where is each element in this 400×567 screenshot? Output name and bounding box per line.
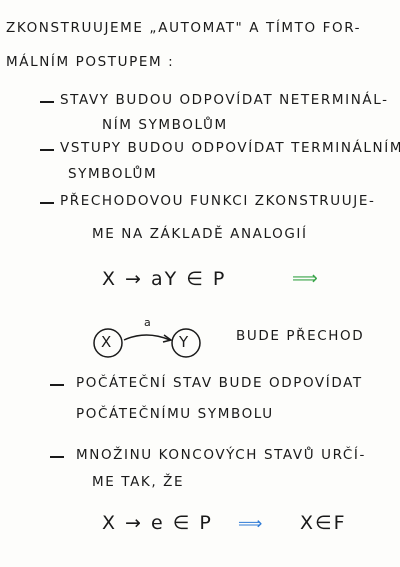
- bullet-4-line-1: POČÁTEČNÍ STAV BUDE ODPOVÍDAT: [76, 375, 363, 391]
- edge-label: a: [144, 316, 151, 329]
- bullet-3-line-2: ME NA ZÁKLADĚ ANALOGIÍ: [92, 226, 308, 242]
- diagram-caption: BUDE PŘECHOD: [236, 328, 365, 344]
- transition-edge: [123, 334, 171, 341]
- transition-diagram: X Y a: [88, 316, 218, 372]
- bullet-3-line-1: PŘECHODOVOU FUNKCI ZKONSTRUUJE-: [60, 193, 376, 209]
- bullet-4-line-2: POČÁTEČNÍMU SYMBOLU: [76, 406, 274, 422]
- bullet-1-line-2: NÍM SYMBOLŮM: [102, 117, 228, 133]
- bullet-2-line-1: VSTUPY BUDOU ODPOVÍDAT TERMINÁLNÍM: [60, 140, 400, 156]
- intro-line-1: ZKONSTRUUJEME „AUTOMAT" A TÍMTO FOR-: [6, 20, 362, 36]
- bullet-5-line-2: ME TAK, ŽE: [92, 474, 185, 490]
- bullet-2-line-2: SYMBOLŮM: [68, 166, 158, 182]
- rule-production-1: X → aY ∈ P: [102, 268, 227, 290]
- handwritten-page: ZKONSTRUUJEME „AUTOMAT" A TÍMTO FOR- MÁL…: [0, 0, 400, 567]
- bullet-dash: [40, 202, 54, 204]
- implies-arrow-green: ⟹: [292, 268, 318, 289]
- rule-production-2: X → e ∈ P: [102, 512, 213, 534]
- bullet-dash: [50, 384, 64, 386]
- bullet-1-line-1: STAVY BUDOU ODPOVÍDAT NETERMINÁL-: [60, 92, 389, 108]
- bullet-dash: [50, 456, 64, 458]
- intro-line-2: MÁLNÍM POSTUPEM :: [6, 54, 175, 70]
- bullet-5-line-1: MNOŽINU KONCOVÝCH STAVŮ URČÍ-: [76, 447, 366, 463]
- bullet-dash: [40, 101, 54, 103]
- rule-result: X∈F: [300, 512, 347, 534]
- bullet-dash: [40, 149, 54, 151]
- state-label-y: Y: [179, 333, 189, 351]
- implies-arrow-blue: ⟹: [238, 514, 263, 534]
- state-label-x: X: [101, 333, 112, 351]
